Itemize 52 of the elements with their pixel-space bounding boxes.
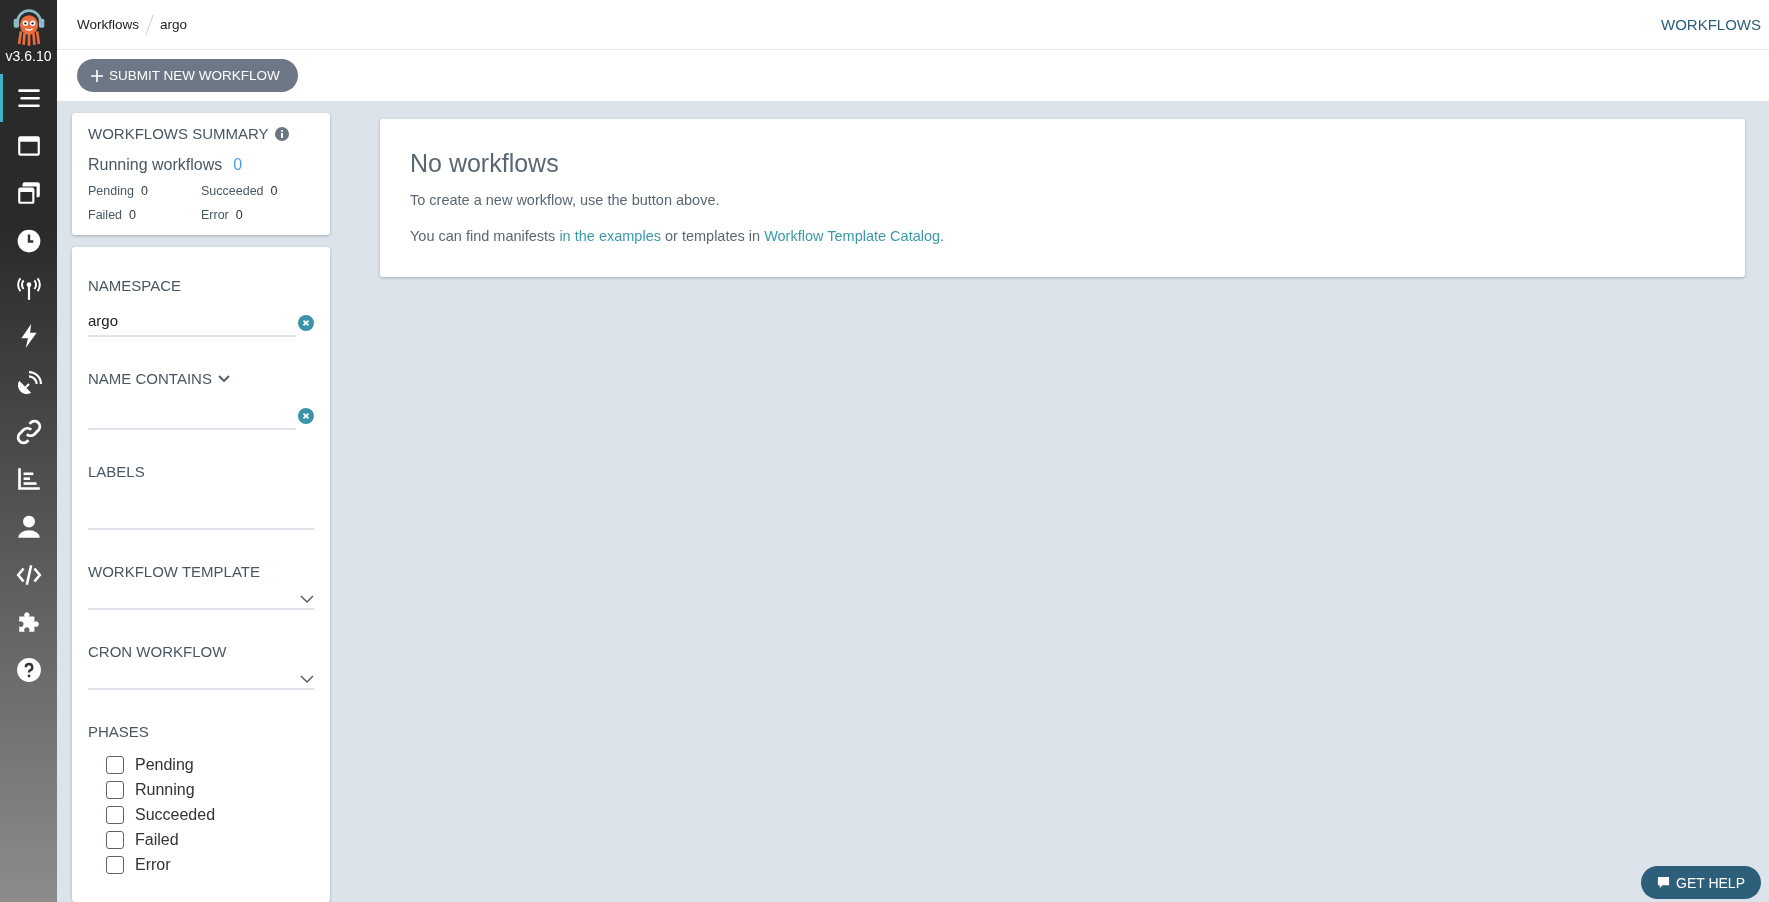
checkbox[interactable] — [106, 781, 124, 799]
info-icon[interactable] — [274, 126, 289, 141]
checkbox[interactable] — [106, 756, 124, 774]
checkbox-label: Pending — [135, 756, 194, 774]
running-count: 0 — [233, 156, 243, 174]
submit-workflow-button[interactable]: SUBMIT NEW WORKFLOW — [77, 59, 298, 92]
user-icon — [15, 514, 42, 541]
empty-state-title: No workflows — [410, 149, 560, 178]
clear-icon[interactable] — [298, 407, 314, 424]
chevron-down-icon — [300, 675, 314, 683]
bar-chart-icon — [15, 466, 42, 493]
breadcrumb-current: argo — [160, 17, 188, 32]
satellite-dish-icon — [15, 370, 42, 397]
summary-title: WORKFLOWS SUMMARY — [88, 125, 269, 142]
stat-value: 0 — [235, 208, 243, 222]
plus-icon — [91, 69, 103, 82]
page-title: WORKFLOWS — [1661, 16, 1761, 33]
checkbox[interactable] — [106, 831, 124, 849]
version-label: v3.6.10 — [5, 48, 52, 64]
empty-state-text: To create a new workflow, use the button above. — [410, 192, 721, 208]
stacked-windows-icon — [15, 180, 42, 207]
checkbox-label: Failed — [135, 831, 179, 849]
clear-icon[interactable] — [298, 314, 314, 331]
stat-value: 0 — [129, 208, 136, 222]
filter-label: PHASES — [88, 723, 149, 740]
running-label: Running workflows — [88, 156, 223, 174]
filter-label: LABELS — [88, 463, 145, 480]
stat-value: 0 — [140, 184, 148, 198]
antenna-icon — [15, 275, 42, 302]
get-help-button[interactable]: GET HELP — [1641, 866, 1761, 899]
chevron-down-icon[interactable] — [217, 374, 230, 383]
checkbox[interactable] — [106, 806, 124, 824]
stat-label: Pending — [88, 184, 134, 198]
stat-label: Error — [201, 208, 229, 222]
chat-bubble-icon — [1657, 876, 1670, 889]
filter-label: NAME CONTAINS — [88, 370, 212, 387]
stat-label: Succeeded — [201, 184, 264, 198]
stat-label: Failed — [88, 208, 123, 222]
stat-value: 0 — [270, 184, 278, 198]
help-icon — [15, 657, 42, 684]
checkbox-label: Running — [135, 781, 195, 799]
breadcrumb-link[interactable]: Workflows — [77, 17, 139, 32]
filter-label: NAMESPACE — [88, 277, 182, 294]
empty-state-note: You can find manifests in the examples or templates in Workflow Template Catalog. — [410, 228, 946, 244]
checkbox[interactable] — [106, 856, 124, 874]
filter-label: WORKFLOW TEMPLATE — [88, 563, 260, 580]
chevron-down-icon — [300, 595, 314, 603]
checkbox-label: Error — [135, 856, 171, 874]
checkbox-label: Succeeded — [135, 806, 216, 824]
link-icon — [15, 418, 42, 445]
filter-label: CRON WORKFLOW — [88, 643, 227, 660]
clock-icon — [15, 227, 42, 254]
